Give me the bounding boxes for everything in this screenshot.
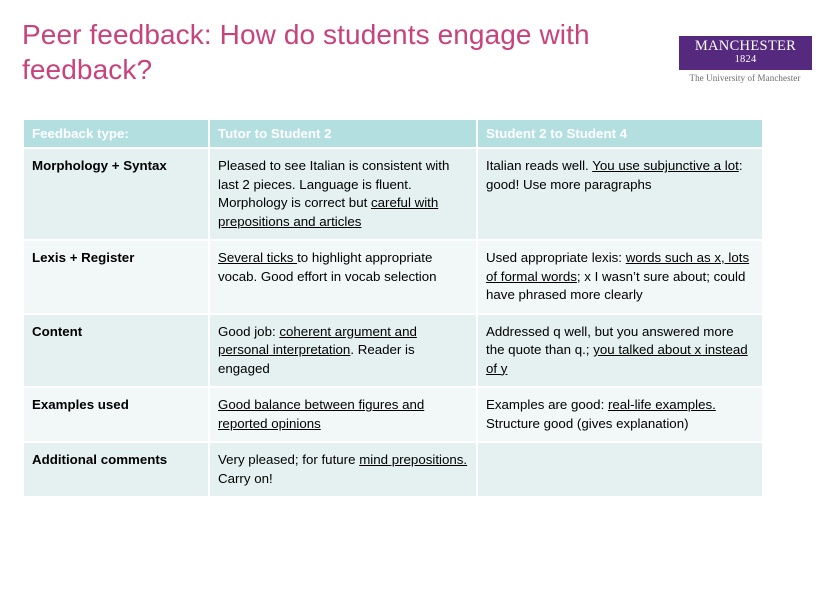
cell-tutor-feedback: Pleased to see Italian is consistent wit… [210,149,476,239]
text-run: Examples are good: [486,397,608,412]
underlined-text-run: You use subjunctive a lot [592,158,739,173]
text-run: Good job: [218,323,280,339]
table-row: Examples used Good balance between figure… [24,388,762,441]
cell-tutor-feedback: Several ticks to highlight appropriate v… [210,241,476,313]
peer-feedback-table: Feedback type: Tutor to Student 2 Studen… [22,118,764,498]
logo-year: 1824 [734,54,757,65]
page-title: Peer feedback: How do students engage wi… [22,19,590,85]
slide-header: Peer feedback: How do students engage wi… [0,0,824,118]
table-row: Lexis + Register Several ticks to highlig… [24,241,762,313]
column-header-student-to-student: Student 2 to Student 4 [478,120,762,147]
cell-tutor-feedback: Good balance between figures and reporte… [210,388,476,441]
cell-peer-feedback: Addressed q well, but you answered more … [478,314,762,386]
cell-peer-feedback: Examples are good: real-life examples. S… [478,388,762,441]
underlined-text-run: mind prepositions. [359,452,468,467]
table-row: Morphology + Syntax Pleased to see Italia… [24,149,762,239]
university-of-manchester-logo: MANCHESTER 1824 The University of Manche… [675,36,815,83]
underlined-text-run: Good balance between figures and reporte… [218,397,425,431]
underlined-text-run: real-life examples. [607,397,716,412]
cell-peer-feedback: Used appropriate lexis: words such as x,… [478,241,762,313]
cell-tutor-feedback: Good job: coherent argument and personal… [210,314,476,386]
table-head: Feedback type: Tutor to Student 2 Studen… [24,120,762,147]
cell-feedback-type: Additional comments [24,443,208,496]
table-row: Additional comments Very pleased; for fut… [24,443,762,496]
cell-feedback-type: Lexis + Register [24,241,208,313]
logo-tagline: The University of Manchester [689,73,801,83]
text-run: Carry on! [218,470,273,486]
cell-feedback-type: Morphology + Syntax [24,149,208,239]
cell-peer-feedback: Italian reads well. You use subjunctive … [478,149,762,239]
text-run: Used appropriate lexis: [486,250,626,265]
table-body: Morphology + Syntax Pleased to see Italia… [24,149,762,496]
logo-wordmark: MANCHESTER [694,38,797,54]
logo-box: MANCHESTER 1824 [679,36,812,70]
column-header-tutor-to-student: Tutor to Student 2 [210,120,476,147]
cell-tutor-feedback: Very pleased; for future mind prepositio… [210,443,476,496]
text-run: Very pleased; for future [218,452,360,467]
cell-peer-feedback [478,443,762,496]
table-header-row: Feedback type: Tutor to Student 2 Studen… [24,120,762,147]
text-run: Italian reads well. [486,158,593,173]
cell-feedback-type: Content [24,314,208,386]
cell-feedback-type: Examples used [24,388,208,441]
underlined-text-run: Several ticks [218,250,298,265]
text-run: Structure good (gives explanation) [486,415,689,431]
column-header-feedback-type: Feedback type: [24,120,208,147]
table-row: Content Good job: coherent argument and p… [24,314,762,386]
